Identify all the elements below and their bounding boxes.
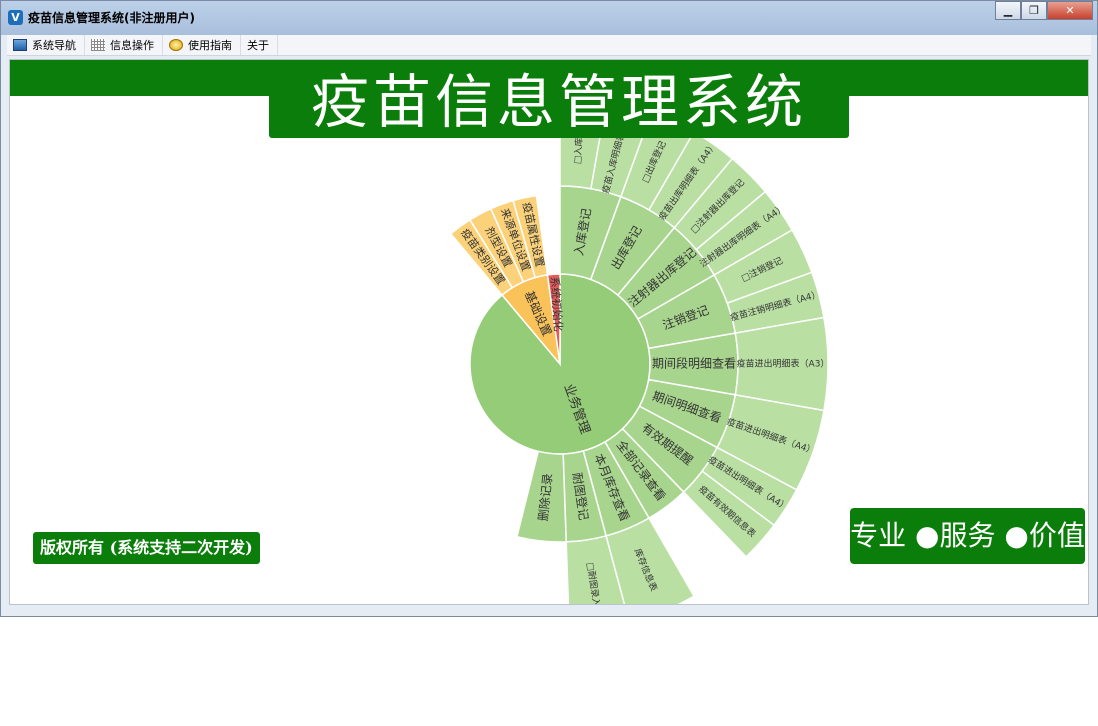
grid-icon <box>91 39 105 51</box>
window-title: 疫苗信息管理系统(非注册用户) <box>28 11 195 25</box>
menu-item-label: 系统导航 <box>32 39 76 52</box>
sunburst-item-label: 期间段明细查看 <box>652 356 736 371</box>
sunburst-leaf-label: 疫苗进出明细表（A3） <box>737 358 830 370</box>
copyright-badge: 版权所有 (系统支持二次开发) <box>33 532 260 564</box>
menu-item-label: 信息操作 <box>110 39 154 52</box>
navigation-icon <box>13 39 27 51</box>
guide-icon <box>169 39 183 51</box>
status-strip <box>9 605 1089 613</box>
title-bar: V 疫苗信息管理系统(非注册用户) ▁ ❐ ✕ <box>1 1 1097 35</box>
menu-item-operations[interactable]: 信息操作 <box>85 35 163 55</box>
menu-item-about[interactable]: 关于 <box>241 35 278 55</box>
menu-item-label: 使用指南 <box>188 39 232 52</box>
minimize-icon[interactable]: ▁ <box>995 1 1021 20</box>
menu-item-label: 关于 <box>247 39 269 52</box>
close-icon[interactable]: ✕ <box>1047 1 1093 20</box>
window-controls: ▁ ❐ ✕ <box>995 1 1093 21</box>
page-title: 疫苗信息管理系统 <box>269 66 849 138</box>
menu-bar: 系统导航 信息操作 使用指南 关于 <box>7 35 1091 56</box>
main-content: 业务管理 基础设置 系统初始化 入库登记 □入库登记 疫苗入库明细表（A4） 出库登记 □出库… <box>9 59 1089 605</box>
app-logo-icon: V <box>8 10 23 25</box>
slogan-badge: 专业 ●服务 ●价值 <box>850 508 1085 564</box>
restore-icon[interactable]: ❐ <box>1021 1 1047 20</box>
app-window: V 疫苗信息管理系统(非注册用户) ▁ ❐ ✕ 系统导航 信息操作 使用指南 关… <box>0 0 1098 617</box>
menu-item-navigation[interactable]: 系统导航 <box>7 35 85 55</box>
menu-item-guide[interactable]: 使用指南 <box>163 35 241 55</box>
